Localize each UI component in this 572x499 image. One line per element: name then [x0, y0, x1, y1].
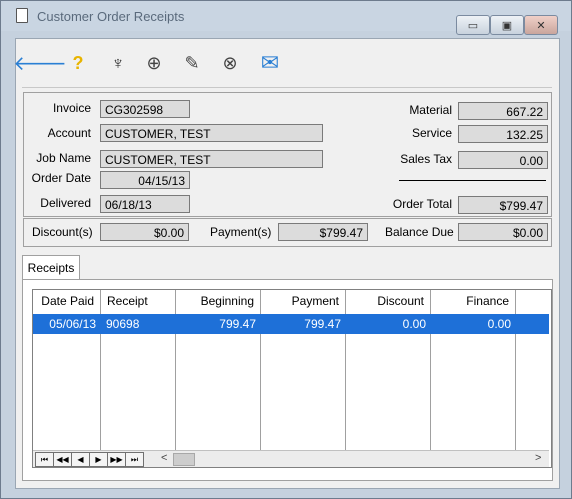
scroll-right-icon: > [535, 452, 542, 464]
sales-tax-label: Sales Tax [400, 152, 452, 166]
edit-document-button[interactable]: ✎ [180, 51, 204, 75]
next-page-icon: ▶▶ [110, 455, 123, 464]
new-document-button[interactable]: ⊕ [142, 51, 166, 75]
payments-field[interactable]: $799.47 [278, 223, 368, 241]
cell-discount: 0.00 [402, 317, 426, 331]
payments-label: Payment(s) [210, 225, 272, 239]
material-field[interactable]: 667.22 [458, 102, 548, 120]
next-icon: ▶ [95, 455, 102, 464]
previous-icon: ◀ [77, 455, 84, 464]
scroll-thumb[interactable] [173, 453, 195, 466]
discounts-label: Discount(s) [32, 225, 93, 239]
total-separator-line [399, 180, 546, 181]
delete-document-button[interactable]: ⊗ [218, 51, 242, 75]
column-header-date-paid[interactable]: Date Paid [33, 290, 101, 312]
cell-date-paid: 05/06/13 [49, 317, 96, 331]
job-name-label: Job Name [36, 151, 91, 165]
balance-due-field[interactable]: $0.00 [458, 223, 548, 241]
column-header-finance[interactable]: Finance [431, 290, 516, 312]
previous-record-button[interactable]: ◀ [71, 452, 90, 467]
envelope-icon: ✉ [260, 50, 280, 75]
receipts-grid[interactable]: Date Paid Receipt Beginning Payment Disc… [32, 289, 552, 468]
next-page-button[interactable]: ▶▶ [107, 452, 126, 467]
help-icon: ? [72, 52, 84, 73]
previous-page-icon: ◀◀ [56, 455, 69, 464]
tool-button[interactable]: ♆ [106, 51, 130, 75]
delete-document-icon: ⊗ [222, 52, 238, 73]
scroll-left-icon: < [161, 452, 168, 464]
invoice-field[interactable]: CG302598 [100, 100, 190, 118]
app-icon [16, 8, 28, 23]
cell-payment: 799.47 [304, 317, 341, 331]
column-header-discount[interactable]: Discount [346, 290, 431, 312]
scroll-right-button[interactable]: > [535, 452, 545, 465]
cell-beginning: 799.47 [219, 317, 256, 331]
order-total-field[interactable]: $799.47 [458, 196, 548, 214]
window-title: Customer Order Receipts [37, 9, 185, 24]
payment-summary-group: Discount(s) $0.00 Payment(s) $799.47 Bal… [23, 218, 552, 247]
discounts-field[interactable]: $0.00 [100, 223, 189, 241]
toolbar-divider [22, 87, 552, 88]
maximize-button[interactable]: ▣ [490, 15, 524, 35]
column-header-payment[interactable]: Payment [261, 290, 346, 312]
close-icon: ✕ [536, 19, 546, 32]
scroll-left-button[interactable]: < [161, 452, 171, 465]
balance-due-label: Balance Due [385, 225, 454, 239]
order-date-field[interactable]: 04/15/13 [100, 171, 190, 189]
previous-page-button[interactable]: ◀◀ [53, 452, 72, 467]
title-bar[interactable]: Customer Order Receipts ▭ ▣ ✕ [1, 1, 571, 35]
toolbar: 🡐 ? ♆ ⊕ ✎ ⊗ ✉ [13, 39, 559, 85]
column-header-receipt[interactable]: Receipt [101, 290, 176, 312]
job-name-field[interactable]: CUSTOMER, TEST [100, 150, 323, 168]
delivered-field[interactable]: 06/18/13 [100, 195, 190, 213]
maximize-icon: ▣ [501, 19, 513, 32]
tab-receipts[interactable]: Receipts [22, 255, 80, 280]
column-header-beginning[interactable]: Beginning [176, 290, 261, 312]
new-document-icon: ⊕ [146, 52, 162, 73]
tuning-fork-icon: ♆ [111, 52, 125, 73]
service-field[interactable]: 132.25 [458, 125, 548, 143]
next-record-button[interactable]: ▶ [89, 452, 108, 467]
minimize-icon: ▭ [467, 19, 479, 32]
close-button[interactable]: ✕ [524, 15, 558, 35]
edit-document-icon: ✎ [184, 52, 200, 73]
order-details-group: Invoice CG302598 Account CUSTOMER, TEST … [23, 92, 552, 217]
horizontal-scrollbar[interactable]: ⏮ ◀◀ ◀ ▶ ▶▶ ⏭ < > [33, 450, 549, 467]
invoice-label: Invoice [52, 101, 91, 115]
cell-receipt: 90698 [106, 317, 140, 331]
order-date-label: Order Date [31, 171, 91, 185]
last-record-button[interactable]: ⏭ [125, 452, 144, 467]
help-button[interactable]: ? [66, 51, 90, 75]
service-label: Service [411, 126, 452, 140]
account-field[interactable]: CUSTOMER, TEST [100, 124, 323, 142]
email-button[interactable]: ✉ [258, 50, 282, 75]
delivered-label: Delivered [40, 196, 91, 210]
content-area: 🡐 ? ♆ ⊕ ✎ ⊗ ✉ Invoice CG302598 Account C… [13, 38, 560, 489]
first-record-button[interactable]: ⏮ [35, 452, 54, 467]
account-label: Account [47, 126, 91, 140]
cell-finance: 0.00 [487, 317, 511, 331]
minimize-button[interactable]: ▭ [456, 15, 490, 35]
window: Customer Order Receipts ▭ ▣ ✕ 🡐 ? ♆ ⊕ ✎ … [0, 0, 572, 499]
last-icon: ⏭ [130, 455, 139, 464]
back-button[interactable]: 🡐 [13, 51, 67, 75]
order-total-label: Order Total [392, 197, 452, 211]
material-label: Material [409, 103, 452, 117]
first-icon: ⏮ [40, 455, 49, 464]
receipts-tab-panel: Date Paid Receipt Beginning Payment Disc… [22, 279, 553, 481]
back-arrow-icon: 🡐 [13, 52, 67, 75]
sales-tax-field[interactable]: 0.00 [458, 151, 548, 169]
